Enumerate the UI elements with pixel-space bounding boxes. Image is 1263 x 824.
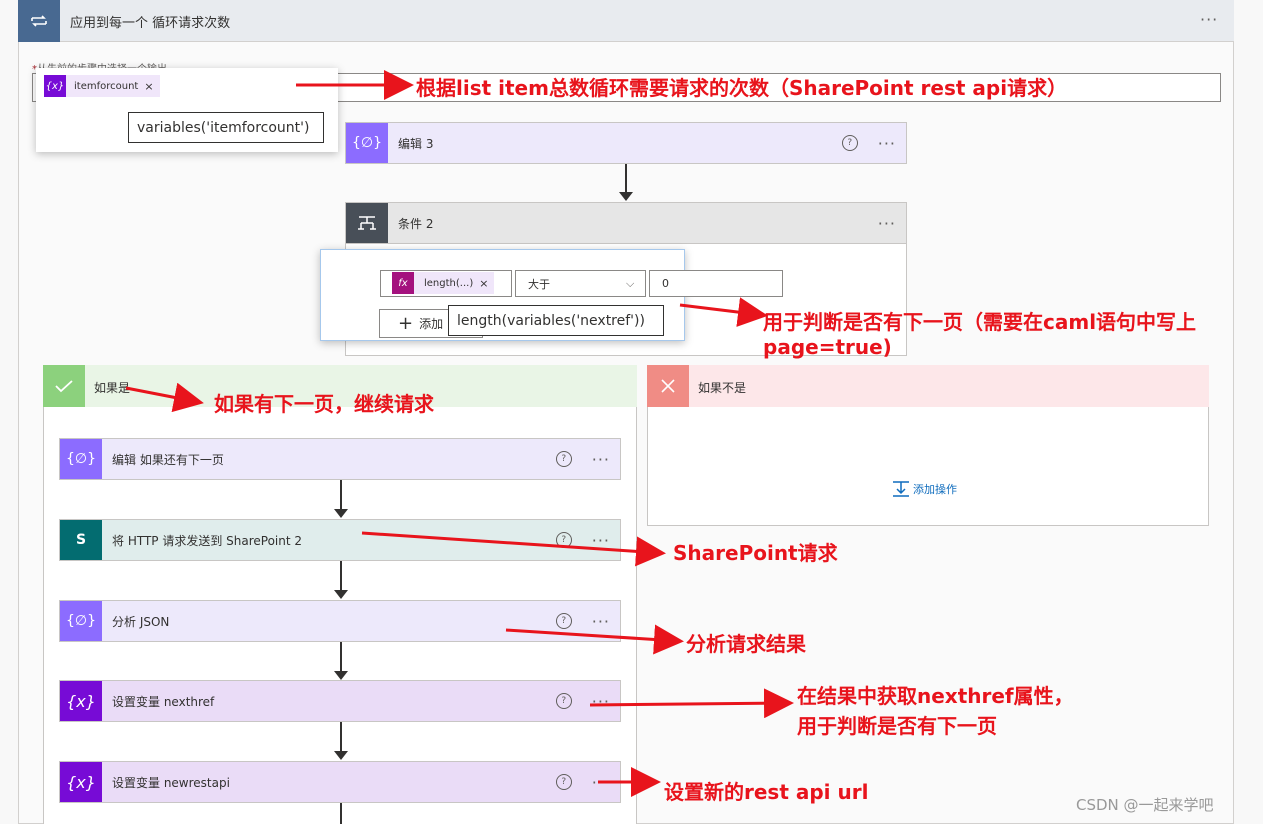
annotation-next-page-line2: page=true) — [763, 335, 892, 359]
watermark: CSDN @一起来学吧 — [1076, 796, 1214, 814]
annotation-arrow — [679, 297, 768, 327]
annotation-arrow — [125, 382, 204, 413]
annotation-next-page-line1: 用于判断是否有下一页（需要在caml语句中写上 — [763, 310, 1197, 334]
annotation-sp-request: SharePoint请求 — [673, 541, 838, 565]
annotation-parse-result: 分析请求结果 — [686, 632, 806, 656]
annotation-nexthref-line1: 在结果中获取nexthref属性， — [797, 684, 1074, 708]
annotation-loop-count: 根据list item总数循环需要请求的次数（SharePoint rest a… — [416, 76, 1068, 100]
annotation-arrow — [361, 531, 666, 567]
annotation-arrow — [589, 688, 794, 719]
annotation-set-url: 设置新的rest api url — [664, 780, 869, 804]
annotation-continue: 如果有下一页，继续请求 — [214, 392, 434, 416]
annotation-nexthref-line2: 用于判断是否有下一页 — [797, 714, 997, 738]
annotation-arrow — [505, 624, 684, 655]
